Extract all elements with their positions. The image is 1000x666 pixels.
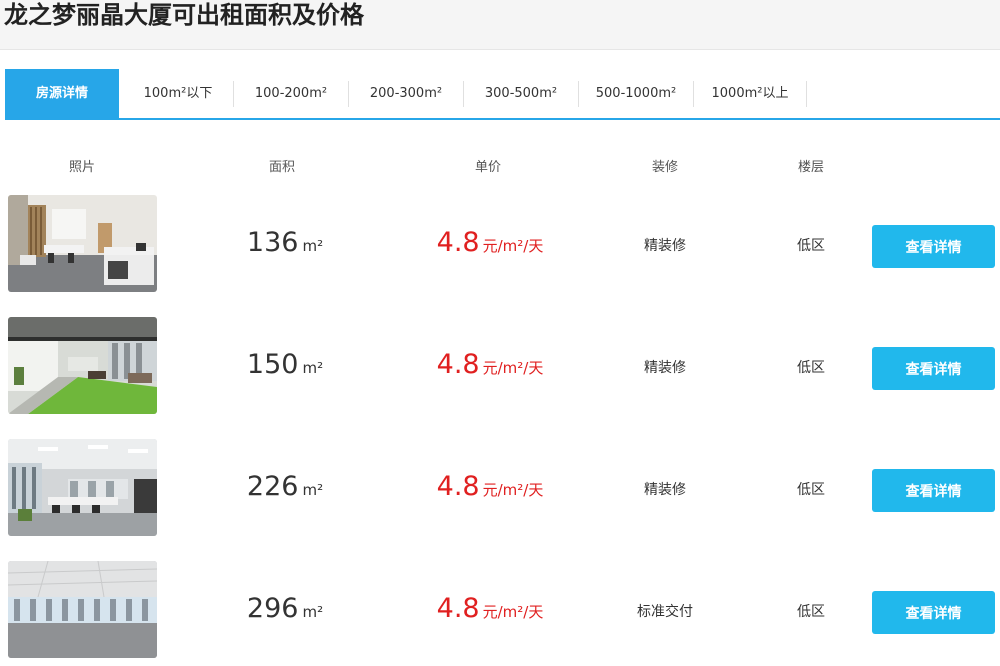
price-value: 4.8 元/m²/天	[405, 349, 575, 380]
price-number: 4.8	[436, 593, 480, 624]
tab-500-1000[interactable]: 500-1000m²	[579, 69, 693, 118]
price-value: 4.8 元/m²/天	[405, 593, 575, 624]
floor-value: 低区	[797, 238, 825, 254]
area-value: 296 m²	[210, 593, 360, 624]
floor-value: 低区	[797, 360, 825, 376]
view-details-button[interactable]: 查看详情	[872, 469, 995, 512]
price-value: 4.8 元/m²/天	[405, 471, 575, 502]
floor-value: 低区	[797, 482, 825, 498]
tab-200-300[interactable]: 200-300m²	[349, 69, 463, 118]
view-details-button[interactable]: 查看详情	[872, 591, 995, 634]
area-value: 150 m²	[210, 349, 360, 380]
price-unit: 元/m²/天	[482, 481, 544, 499]
tab-over-1000[interactable]: 1000m²以上	[694, 69, 806, 118]
office-photo[interactable]	[8, 195, 157, 292]
listing-row: 136 m² 4.8 元/m²/天 精装修 低区 查看详情	[0, 195, 1000, 295]
area-number: 150	[246, 349, 299, 380]
area-number: 226	[246, 471, 299, 502]
tab-300-500[interactable]: 300-500m²	[464, 69, 578, 118]
column-header-floor: 楼层	[797, 160, 824, 175]
office-photo[interactable]	[8, 439, 157, 536]
decoration-value: 精装修	[644, 238, 686, 254]
price-number: 4.8	[436, 349, 480, 380]
area-unit: m²	[302, 237, 324, 255]
area-number: 296	[246, 593, 299, 624]
price-unit: 元/m²/天	[482, 237, 544, 255]
price-unit: 元/m²/天	[482, 603, 544, 621]
tab-100-200[interactable]: 100-200m²	[234, 69, 348, 118]
listing-row: 150 m² 4.8 元/m²/天 精装修 低区 查看详情	[0, 317, 1000, 417]
view-details-button[interactable]: 查看详情	[872, 347, 995, 390]
area-number: 136	[246, 227, 299, 258]
column-header-photo: 照片	[68, 160, 95, 175]
area-unit: m²	[302, 359, 324, 377]
page-title: 龙之梦丽晶大厦可出租面积及价格	[4, 1, 364, 29]
price-unit: 元/m²/天	[482, 359, 544, 377]
area-value: 136 m²	[210, 227, 360, 258]
view-details-button[interactable]: 查看详情	[872, 225, 995, 268]
tab-listing-details[interactable]: 房源详情	[5, 69, 119, 118]
listing-row: 226 m² 4.8 元/m²/天 精装修 低区 查看详情	[0, 439, 1000, 539]
office-photo[interactable]	[8, 561, 157, 658]
column-header-price: 单价	[474, 160, 501, 175]
price-number: 4.8	[436, 227, 480, 258]
area-unit: m²	[302, 481, 324, 499]
area-filter-tabs: 房源详情 100m²以下 100-200m² 200-300m² 300-500…	[5, 69, 1000, 120]
tab-under-100[interactable]: 100m²以下	[123, 69, 233, 118]
column-header-area: 面积	[268, 160, 295, 175]
tab-divider	[806, 81, 807, 107]
floor-value: 低区	[797, 604, 825, 620]
price-value: 4.8 元/m²/天	[405, 227, 575, 258]
decoration-value: 精装修	[644, 360, 686, 376]
decoration-value: 标准交付	[637, 604, 693, 620]
listing-row: 296 m² 4.8 元/m²/天 标准交付 低区 查看详情	[0, 561, 1000, 661]
area-value: 226 m²	[210, 471, 360, 502]
decoration-value: 精装修	[644, 482, 686, 498]
column-header-decoration: 装修	[651, 160, 678, 175]
area-unit: m²	[302, 603, 324, 621]
price-number: 4.8	[436, 471, 480, 502]
office-photo[interactable]	[8, 317, 157, 414]
title-bar: 龙之梦丽晶大厦可出租面积及价格	[0, 0, 1000, 50]
